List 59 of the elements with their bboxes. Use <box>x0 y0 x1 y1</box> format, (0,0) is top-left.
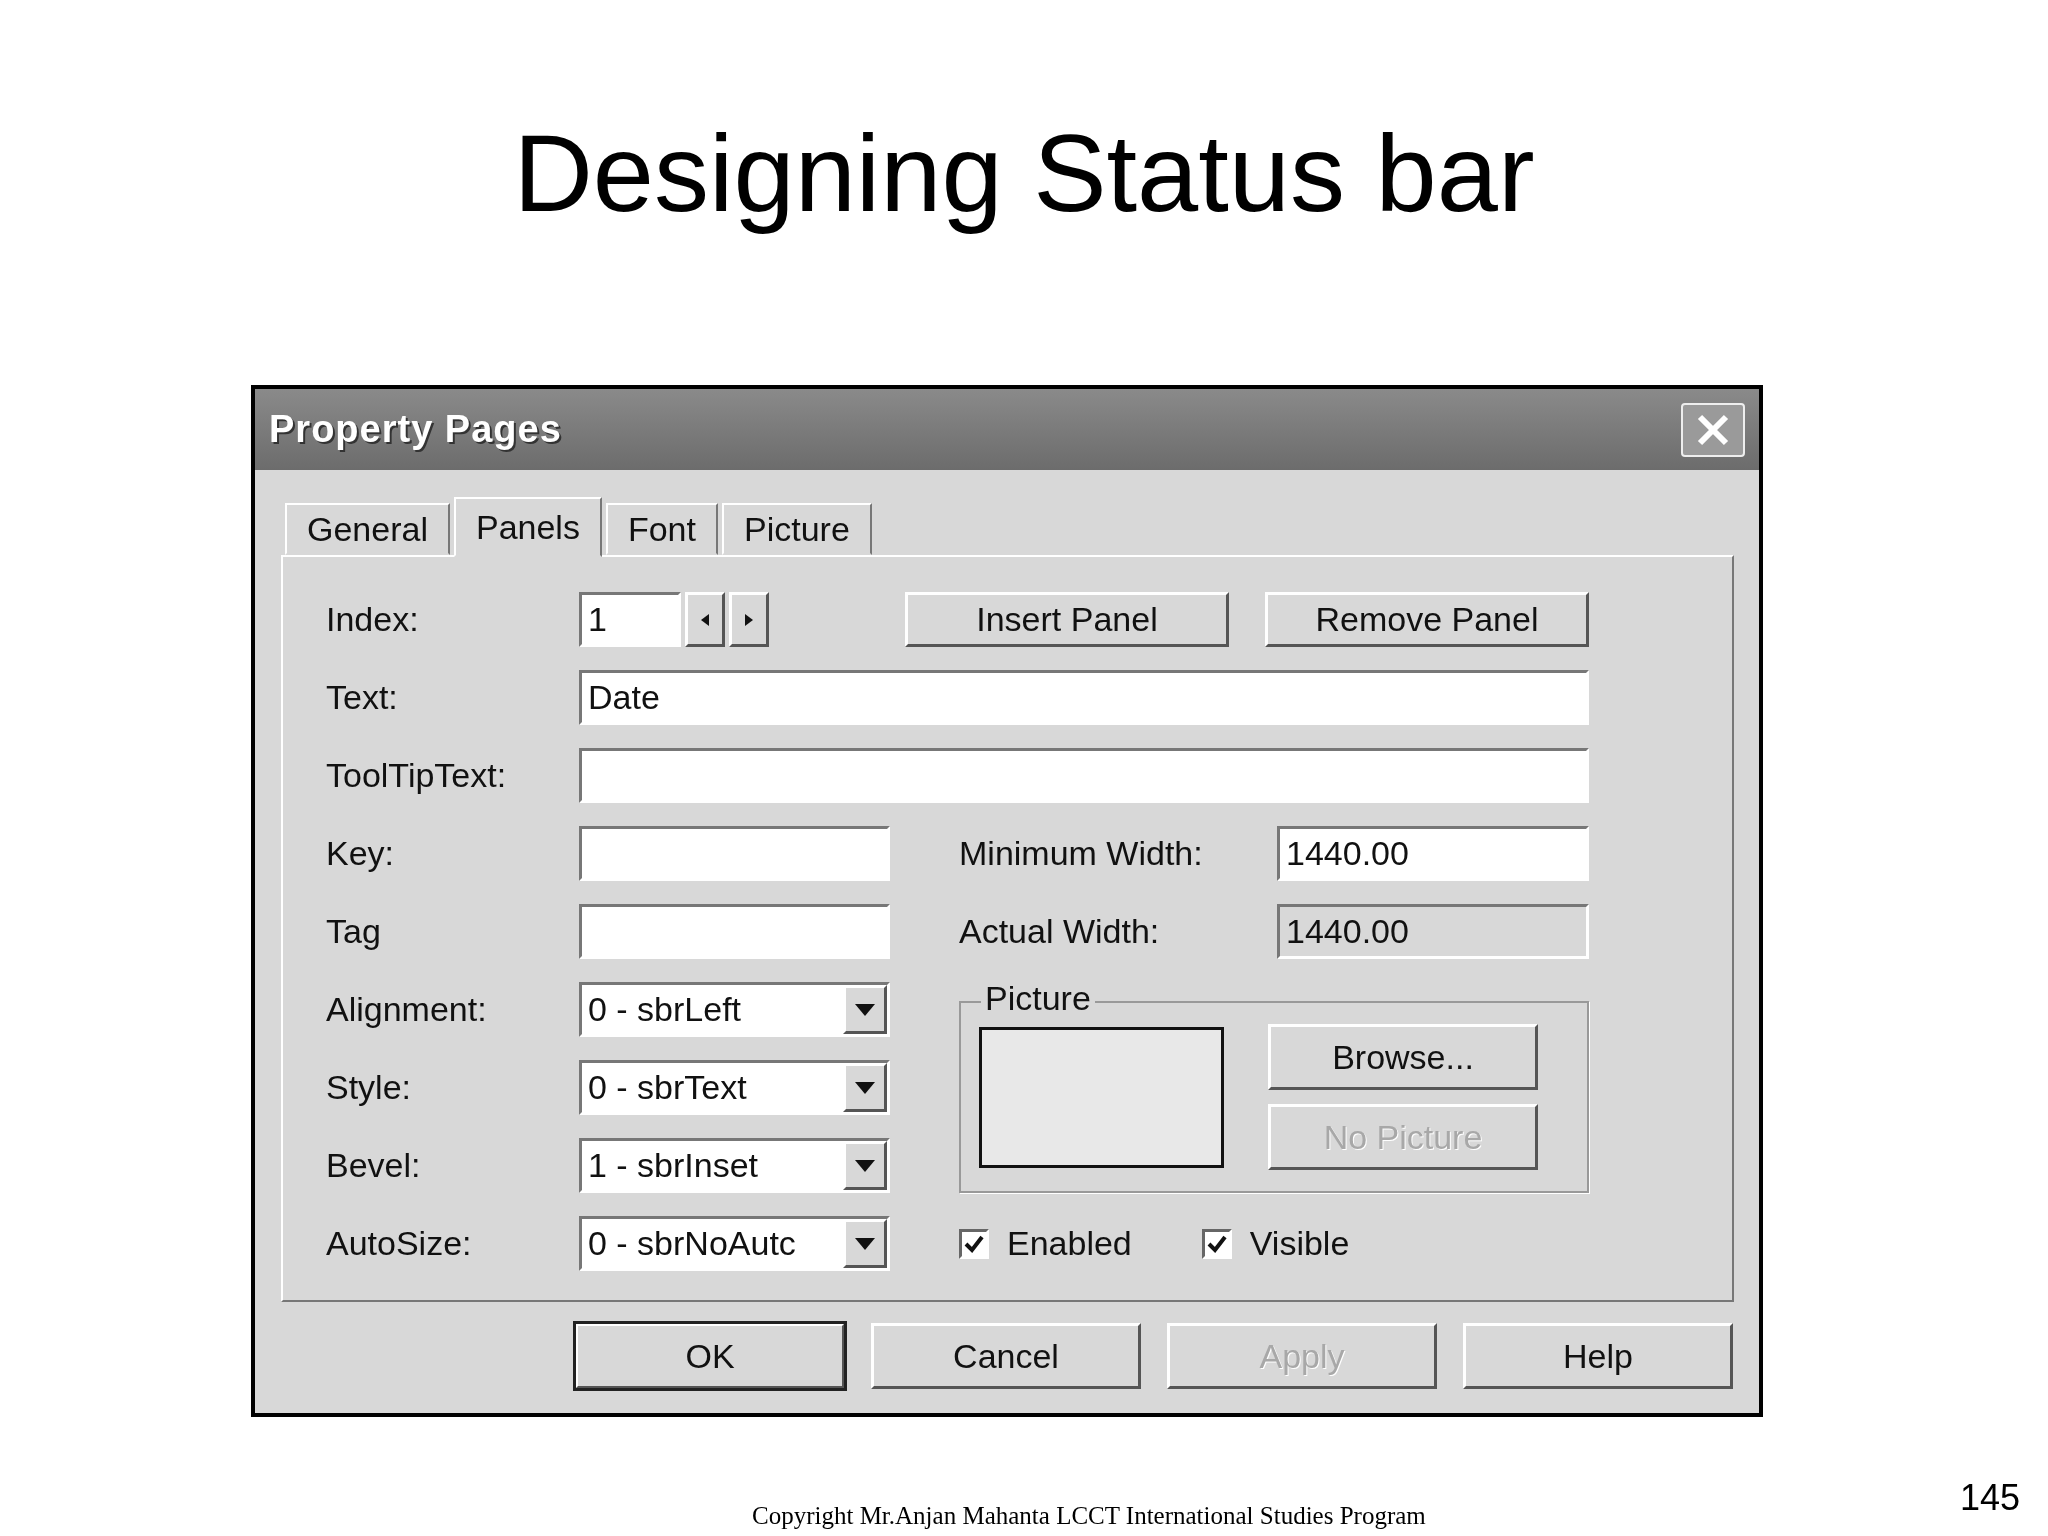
field-label: Alignment: <box>326 989 488 1030</box>
dropdown[interactable]: 1 - sbrInset <box>579 1138 890 1193</box>
browse-button[interactable]: Browse... <box>1268 1024 1538 1090</box>
dialog-button[interactable]: Help <box>1463 1323 1733 1389</box>
dropdown[interactable]: 0 - sbrText <box>579 1060 890 1115</box>
text-field[interactable] <box>579 826 890 881</box>
checkbox-box[interactable] <box>959 1228 989 1259</box>
caret-icon <box>855 1081 875 1094</box>
field-label: Bevel: <box>326 1145 422 1186</box>
dropdown-value: 0 - sbrLeft <box>587 989 743 1030</box>
text-field[interactable]: Date <box>579 670 1589 725</box>
text-field[interactable]: 1440.00 <box>1277 826 1589 881</box>
dialog-button[interactable]: OK <box>575 1323 845 1389</box>
dropdown-value: 0 - sbrNoAutc <box>587 1223 797 1264</box>
caret-icon <box>855 1237 875 1250</box>
caret-icon <box>855 1159 875 1172</box>
insert-panel-button[interactable]: Insert Panel <box>905 592 1229 647</box>
tab[interactable]: General <box>285 503 450 555</box>
copyright-text: Copyright Mr.Anjan Mahanta LCCT International Studies Program <box>752 1502 1426 1530</box>
window-title: Property Pages <box>269 408 562 451</box>
field-label: Actual Width: <box>959 911 1161 952</box>
field-label: AutoSize: <box>326 1223 473 1264</box>
checkbox-label: Visible <box>1249 1224 1350 1263</box>
field-label: Tag <box>326 911 382 952</box>
field-label: ToolTipText: <box>326 755 508 796</box>
next-button[interactable] <box>729 592 769 647</box>
previous-button[interactable] <box>685 592 725 647</box>
dropdown-button[interactable] <box>843 1141 887 1190</box>
close-icon <box>1696 412 1730 447</box>
checkbox-box[interactable] <box>1201 1228 1232 1259</box>
caret-icon <box>855 1003 875 1016</box>
page-number: 145 <box>1959 1477 2020 1519</box>
tab[interactable]: Font <box>605 503 718 555</box>
dropdown-button[interactable] <box>843 1063 887 1112</box>
checkbox[interactable]: Enabled <box>959 1224 1132 1263</box>
close-button[interactable] <box>1681 402 1745 457</box>
checkbox[interactable]: Visible <box>1201 1224 1350 1263</box>
remove-panel-button[interactable]: Remove Panel <box>1265 592 1589 647</box>
check-icon <box>964 1234 984 1253</box>
tab[interactable]: Picture <box>722 503 872 555</box>
dropdown-value: 0 - sbrText <box>587 1067 748 1108</box>
checkbox-label: Enabled <box>1007 1224 1132 1263</box>
index-field[interactable]: 1 <box>579 592 681 647</box>
text-field[interactable] <box>579 748 1589 803</box>
dialog-button[interactable]: Cancel <box>871 1323 1141 1389</box>
field-label: Text: <box>326 677 399 718</box>
dropdown[interactable]: 0 - sbrLeft <box>579 982 890 1037</box>
field-label: Style: <box>326 1067 413 1108</box>
tab[interactable]: Panels <box>453 497 602 557</box>
dropdown-button[interactable] <box>843 985 887 1034</box>
dropdown-button[interactable] <box>843 1219 887 1268</box>
field-label: Index: <box>326 599 420 640</box>
slide-title: Designing Status bar <box>513 112 1535 233</box>
check-icon <box>1206 1234 1227 1253</box>
dropdown[interactable]: 0 - sbrNoAutc <box>579 1216 890 1271</box>
text-field[interactable] <box>579 904 890 959</box>
dropdown-value: 1 - sbrInset <box>587 1145 760 1186</box>
field-label: Minimum Width: <box>959 833 1204 874</box>
field-label: Key: <box>326 833 396 874</box>
